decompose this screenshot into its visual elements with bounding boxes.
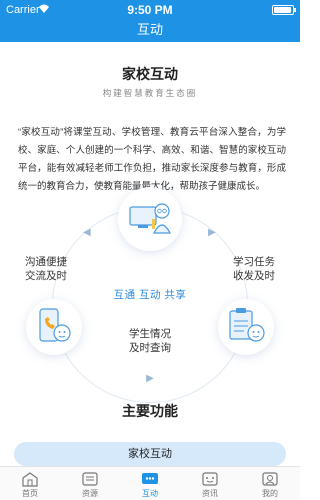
resource-icon	[82, 472, 98, 486]
diagram-label-student-status: 学生情况 及时查询	[129, 328, 171, 354]
interact-icon	[142, 473, 158, 484]
home-icon	[22, 472, 38, 487]
battery-icon	[272, 5, 296, 15]
arrow-left-icon: ◀	[83, 227, 91, 238]
tab-profile[interactable]: 我的	[240, 467, 300, 500]
parent-phone-icon	[26, 299, 82, 355]
teacher-illustration-icon	[118, 187, 182, 251]
feature-item-home-school[interactable]: 家校互动	[14, 442, 286, 466]
status-bar: Carrier 9:50 PM	[0, 0, 300, 20]
arrow-right-icon: ▶	[208, 227, 216, 238]
tab-label: 首页	[22, 489, 38, 498]
page-subtitle: 构建智慧教育生态圈	[102, 88, 198, 98]
page-title: 家校互动	[122, 66, 178, 82]
tab-resources[interactable]: 资源	[60, 467, 120, 500]
intro-paragraph: “家校互动”将课堂互动、学校管理、教育云平台深入整合，为学校、家庭、个人创建的一…	[18, 127, 286, 192]
diagram-label-tasks: 学习任务 收发及时	[233, 256, 275, 282]
diagram-center-label: 互通 互动 共享	[113, 289, 187, 301]
student-task-icon	[218, 299, 274, 355]
main-features-title: 主要功能	[122, 403, 178, 419]
tab-bar: 首页 资源 互动 资讯 我的	[0, 466, 300, 500]
feature-diagram: ◀ ▶ ▶ 沟通便捷 交流及时 学习任务 收发及时 互通 互动 共享 学生情况 …	[0, 187, 300, 403]
tab-label: 资源	[82, 489, 98, 498]
nav-title: 互动	[0, 20, 300, 42]
news-icon	[202, 472, 218, 486]
profile-icon	[262, 472, 278, 486]
arrow-bottom-icon: ▶	[146, 373, 154, 384]
tab-home[interactable]: 首页	[0, 467, 60, 500]
tab-label: 我的	[262, 489, 278, 498]
diagram-label-communication: 沟通便捷 交流及时	[25, 256, 67, 282]
tab-label: 资讯	[202, 489, 218, 498]
status-time: 9:50 PM	[127, 3, 173, 17]
tab-news[interactable]: 资讯	[180, 467, 240, 500]
tab-interact[interactable]: 互动	[120, 467, 180, 500]
tab-label: 互动	[142, 489, 158, 498]
